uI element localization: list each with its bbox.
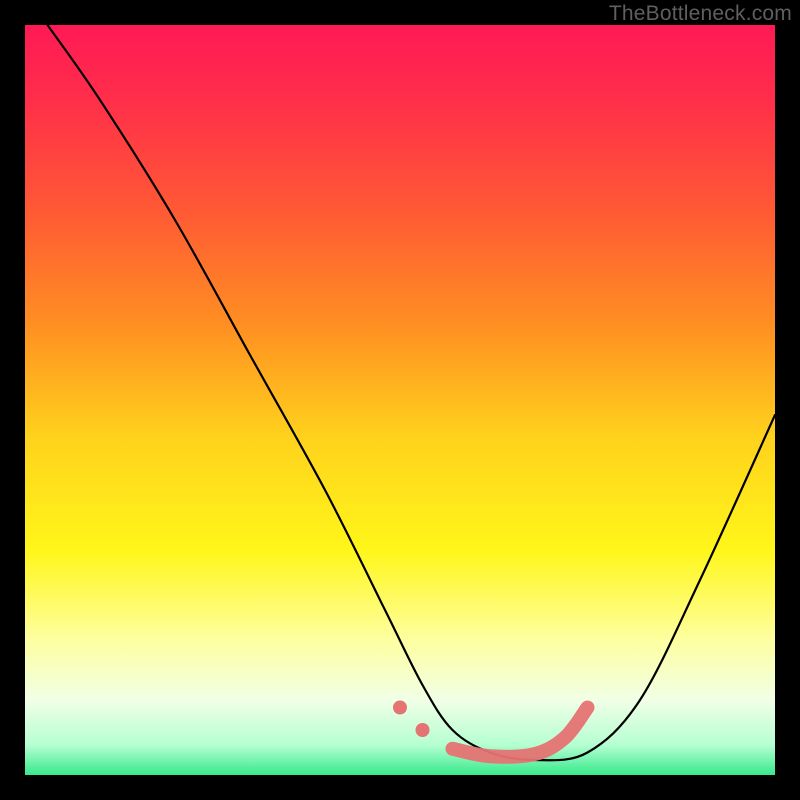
- chart-frame: TheBottleneck.com: [0, 0, 800, 800]
- watermark-text: TheBottleneck.com: [609, 2, 792, 26]
- chart-background-gradient: [25, 25, 775, 775]
- optimal-range-dot: [393, 701, 407, 715]
- chart-svg: [25, 25, 775, 775]
- optimal-range-dot: [416, 723, 430, 737]
- chart-plot-area: [25, 25, 775, 775]
